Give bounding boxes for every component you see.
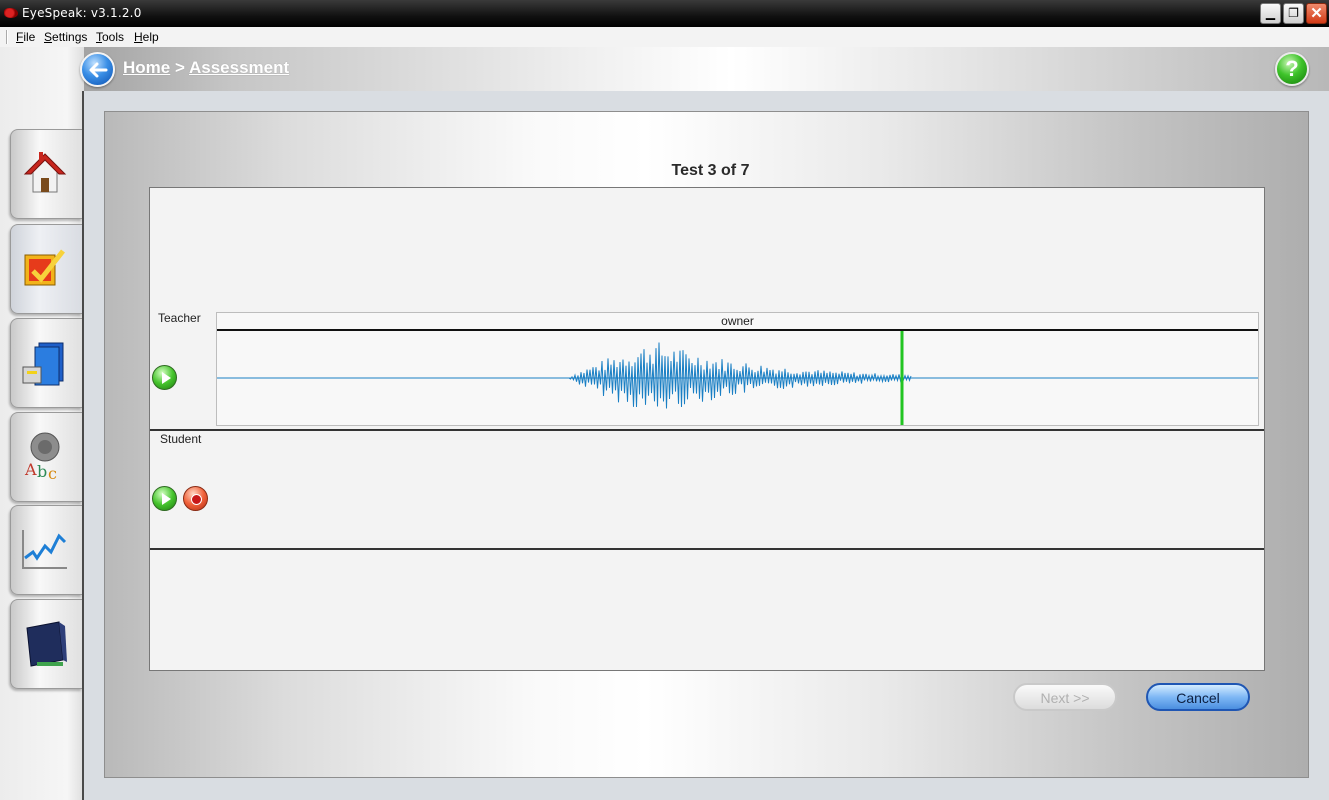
dictionary-icon xyxy=(26,621,67,667)
home-icon xyxy=(23,152,67,193)
student-label: Student xyxy=(160,432,202,446)
menu-tools[interactable]: Tools xyxy=(96,30,124,44)
teacher-waveform xyxy=(217,331,1258,425)
breadcrumb-separator: > xyxy=(170,58,189,77)
nav-panel-edge xyxy=(82,91,84,800)
menu-bar: File Settings Tools Help xyxy=(0,27,1329,48)
title-bar: EyeSpeak: v3.1.2.0 ▁ ❐ ✕ xyxy=(0,0,1329,27)
teacher-label: Teacher xyxy=(158,311,201,325)
menu-settings[interactable]: Settings xyxy=(44,30,87,44)
waveform-signal xyxy=(568,342,912,409)
test-title: Test 3 of 7 xyxy=(671,162,750,179)
app-logo-icon xyxy=(4,8,18,18)
nav-tab-home[interactable] xyxy=(10,129,82,219)
back-button[interactable] xyxy=(80,52,115,87)
student-play-button[interactable] xyxy=(152,486,177,511)
breadcrumb: Home > Assessment xyxy=(123,58,289,78)
assessment-icon xyxy=(24,249,65,286)
menu-file[interactable]: File xyxy=(16,30,35,44)
nav-tab-data-files[interactable] xyxy=(10,318,82,408)
svg-text:c: c xyxy=(48,464,57,483)
nav-tab-progress[interactable] xyxy=(10,505,82,595)
svg-text:A: A xyxy=(24,460,37,479)
nav-tab-assessment[interactable] xyxy=(10,224,82,314)
student-record-button[interactable] xyxy=(183,486,208,511)
window-title: EyeSpeak: v3.1.2.0 xyxy=(22,6,142,20)
data-files-icon xyxy=(22,342,64,386)
svg-text:b: b xyxy=(37,462,47,481)
cancel-button[interactable]: Cancel xyxy=(1146,683,1250,711)
teacher-student-divider xyxy=(150,429,1264,431)
progress-chart-icon xyxy=(22,530,67,569)
close-button[interactable]: ✕ xyxy=(1306,3,1327,24)
back-arrow-icon xyxy=(89,62,108,78)
pronunciation-icon: A b c xyxy=(24,432,60,483)
menu-grip xyxy=(6,30,8,44)
breadcrumb-current[interactable]: Assessment xyxy=(189,58,289,77)
menu-help[interactable]: Help xyxy=(134,30,159,44)
word-label: owner xyxy=(721,314,754,328)
help-button[interactable]: ? xyxy=(1275,52,1309,86)
nav-tab-dictionary[interactable] xyxy=(10,599,82,689)
nav-tab-pronunciation[interactable]: A b c xyxy=(10,412,82,502)
breadcrumb-home-link[interactable]: Home xyxy=(123,58,170,77)
teacher-play-button[interactable] xyxy=(152,365,177,390)
minimize-button[interactable]: ▁ xyxy=(1260,3,1281,24)
restore-button[interactable]: ❐ xyxy=(1283,3,1304,24)
next-button[interactable]: Next >> xyxy=(1013,683,1117,711)
student-divider xyxy=(150,548,1264,550)
